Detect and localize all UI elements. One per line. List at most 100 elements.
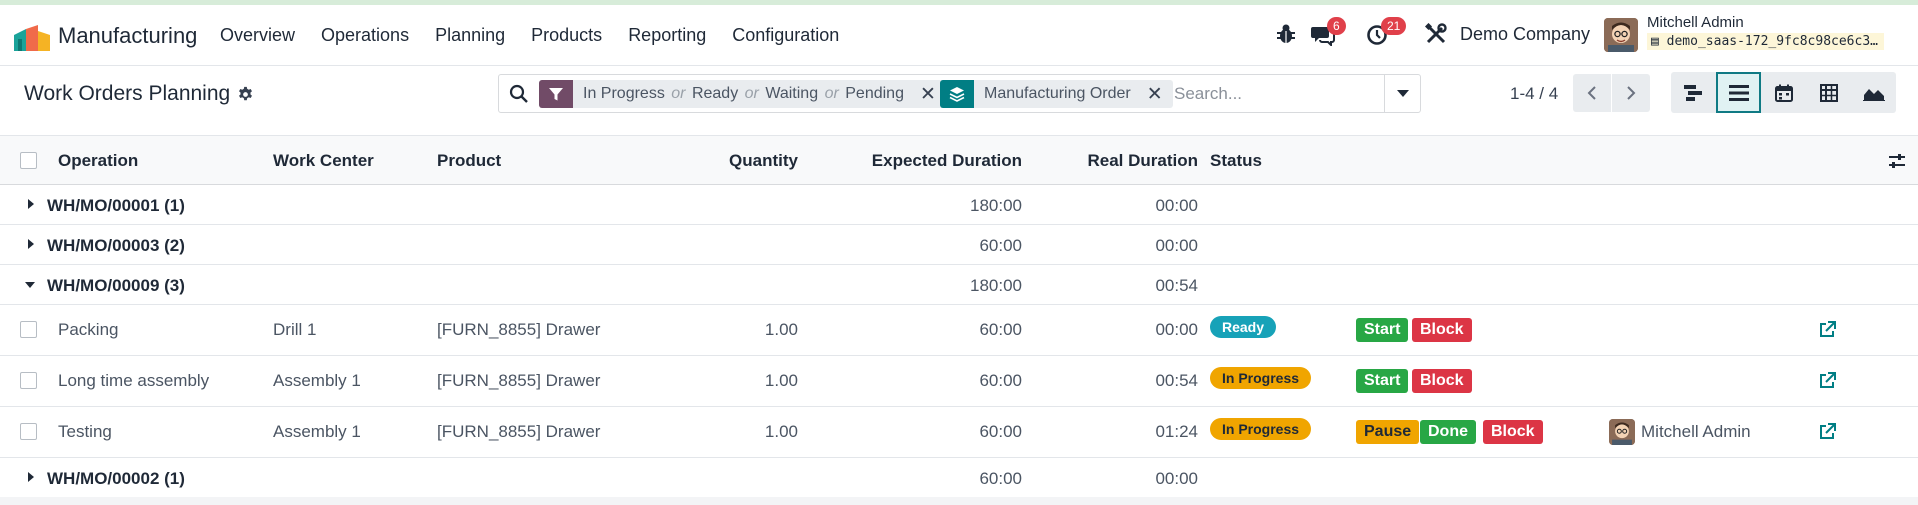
pivot-icon (1819, 83, 1838, 102)
filter-facet[interactable]: In Progress or Ready or Waiting or Pendi… (539, 80, 946, 108)
select-all-checkbox[interactable] (20, 152, 37, 169)
cell-quantity: 1.00 (764, 371, 798, 390)
view-graph-button[interactable] (1851, 72, 1896, 113)
group-row[interactable]: WH/MO/00002 (1) 60:00 00:00 (0, 458, 1918, 498)
filter-value-in-progress: In Progress (583, 85, 665, 102)
group-by-facet-remove-icon[interactable]: ✕ (1141, 83, 1173, 106)
cell-real-duration: 00:54 (1155, 371, 1198, 390)
funnel-icon (539, 80, 573, 108)
done-button[interactable]: Done (1420, 420, 1476, 444)
gear-icon[interactable] (237, 86, 254, 103)
external-link-icon[interactable] (1818, 423, 1836, 441)
activities-badge: 21 (1381, 17, 1407, 35)
external-link-icon[interactable] (1818, 372, 1836, 390)
user-avatar[interactable] (1604, 18, 1638, 52)
row-checkbox[interactable] (20, 372, 37, 389)
cell-operation: Long time assembly (58, 371, 210, 390)
cell-assigned-user: Mitchell Admin (1641, 422, 1751, 441)
nav-menu: Overview Operations Planning Products Re… (220, 25, 865, 46)
main-navbar: Manufacturing Overview Operations Planni… (0, 5, 1918, 65)
cell-product: [FURN_8855] Drawer (437, 320, 601, 339)
nav-item-products[interactable]: Products (531, 25, 602, 46)
table-row[interactable]: Packing Drill 1 [FURN_8855] Drawer 1.00 … (0, 305, 1918, 356)
tools-icon[interactable] (1425, 23, 1447, 45)
cell-product: [FURN_8855] Drawer (437, 422, 601, 441)
bug-icon[interactable] (1276, 23, 1296, 45)
nav-item-planning[interactable]: Planning (435, 25, 505, 46)
group-real-duration: 00:00 (1155, 196, 1198, 215)
caret-down-icon (25, 282, 35, 288)
cell-real-duration: 01:24 (1155, 422, 1198, 441)
pause-button[interactable]: Pause (1356, 420, 1420, 444)
column-header-status[interactable]: Status (1210, 151, 1262, 171)
column-header-product[interactable]: Product (437, 151, 501, 171)
nav-item-overview[interactable]: Overview (220, 25, 295, 46)
group-row[interactable]: WH/MO/00001 (1) 180:00 00:00 (0, 185, 1918, 225)
messages-badge: 6 (1327, 17, 1346, 35)
chevron-right-icon (1627, 86, 1636, 100)
table-header: Operation Work Center Product Quantity E… (0, 135, 1918, 185)
cell-operation: Testing (58, 422, 112, 441)
database-name: ▤ demo_saas-172_9fc8c98ce6c3… (1647, 33, 1884, 50)
list-footer-area (0, 497, 1918, 505)
company-switcher[interactable]: Demo Company (1460, 24, 1590, 45)
block-button[interactable]: Block (1412, 369, 1472, 393)
cell-work-center: Assembly 1 (273, 422, 361, 441)
column-header-operation[interactable]: Operation (58, 151, 138, 171)
external-link-icon[interactable] (1818, 321, 1836, 339)
start-button[interactable]: Start (1356, 318, 1409, 342)
pager-previous-button[interactable] (1573, 74, 1611, 112)
nav-item-operations[interactable]: Operations (321, 25, 409, 46)
caret-right-icon (28, 472, 34, 482)
group-by-facet[interactable]: Manufacturing Order ✕ (940, 80, 1173, 108)
search-icon[interactable] (509, 84, 529, 104)
view-list-button[interactable] (1716, 72, 1761, 113)
search-input[interactable] (1174, 84, 1384, 104)
area-chart-icon (1862, 88, 1885, 101)
column-header-real-duration[interactable]: Real Duration (1087, 151, 1198, 171)
group-row-expanded[interactable]: WH/MO/00009 (3) 180:00 00:54 (0, 265, 1918, 305)
column-header-expected-duration[interactable]: Expected Duration (872, 151, 1022, 171)
manufacturing-logo-icon[interactable] (14, 25, 50, 51)
group-name: WH/MO/00003 (2) (47, 236, 185, 255)
group-row[interactable]: WH/MO/00003 (2) 60:00 00:00 (0, 225, 1918, 265)
row-checkbox[interactable] (20, 423, 37, 440)
user-name[interactable]: Mitchell Admin (1647, 14, 1744, 31)
cell-expected-duration: 60:00 (979, 371, 1022, 390)
sliders-icon[interactable] (1888, 152, 1906, 170)
column-header-work-center[interactable]: Work Center (273, 151, 374, 171)
cell-quantity: 1.00 (764, 320, 798, 339)
block-button[interactable]: Block (1412, 318, 1472, 342)
user-avatar-image (1604, 18, 1638, 52)
gantt-icon (1683, 84, 1702, 101)
group-name: WH/MO/00009 (3) (47, 276, 185, 295)
database-icon: ▤ (1651, 34, 1659, 49)
app-name[interactable]: Manufacturing (58, 23, 197, 49)
filter-separator: or (671, 85, 686, 102)
view-calendar-button[interactable] (1761, 72, 1806, 113)
nav-item-reporting[interactable]: Reporting (628, 25, 706, 46)
filter-value-waiting: Waiting (765, 85, 819, 102)
nav-item-configuration[interactable]: Configuration (732, 25, 839, 46)
cell-work-center: Drill 1 (273, 320, 317, 339)
start-button[interactable]: Start (1356, 369, 1409, 393)
search-options-toggle[interactable] (1384, 75, 1420, 112)
pager-next-button[interactable] (1612, 74, 1650, 112)
filter-separator: or (824, 85, 839, 102)
table-row[interactable]: Long time assembly Assembly 1 [FURN_8855… (0, 356, 1918, 407)
table-row[interactable]: Testing Assembly 1 [FURN_8855] Drawer 1.… (0, 407, 1918, 458)
column-header-quantity[interactable]: Quantity (729, 151, 798, 171)
pager-value[interactable]: 1-4 / 4 (1510, 84, 1558, 104)
navbar-divider (0, 65, 1918, 66)
group-real-duration: 00:54 (1155, 276, 1198, 295)
avatar[interactable] (1609, 419, 1635, 445)
row-checkbox[interactable] (20, 321, 37, 338)
cell-work-center: Assembly 1 (273, 371, 361, 390)
view-gantt-button[interactable] (1671, 72, 1716, 113)
view-pivot-button[interactable] (1806, 72, 1851, 113)
status-badge: Ready (1210, 316, 1277, 338)
filter-facet-values: In Progress or Ready or Waiting or Pendi… (573, 85, 914, 103)
filter-value-pending: Pending (845, 85, 904, 102)
layers-icon (940, 80, 974, 108)
block-button[interactable]: Block (1483, 420, 1543, 444)
